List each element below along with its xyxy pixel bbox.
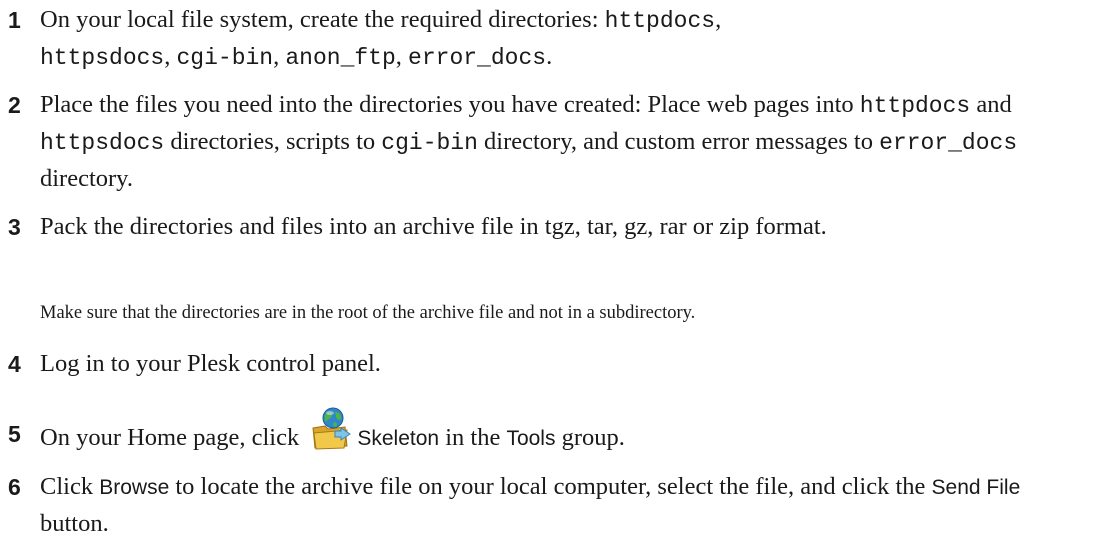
- code-error-docs: error_docs: [408, 45, 547, 71]
- text: ,: [715, 6, 722, 33]
- send-file-label: Send File: [931, 476, 1021, 499]
- step-number: 6: [8, 474, 21, 500]
- step-text: Place the files you need into the direct…: [40, 87, 1090, 197]
- text: ,: [273, 43, 286, 70]
- step-text: Pack the directories and files into an a…: [40, 213, 827, 240]
- step-text: On your Home page, click Skeleton in the…: [40, 407, 1090, 457]
- code-error-docs: error_docs: [879, 130, 1018, 156]
- code-anon-ftp: anon_ftp: [285, 45, 396, 71]
- code-httpdocs: httpdocs: [604, 8, 716, 34]
- skeleton-icon: [311, 407, 352, 454]
- document: 1 On your local file system, create the …: [0, 0, 1096, 556]
- text: directory, and custom error messages to: [477, 128, 880, 155]
- text: in the: [439, 424, 507, 451]
- text: directories, scripts to: [164, 128, 382, 155]
- step-text: On your local file system, create the re…: [40, 2, 1090, 76]
- text: button.: [40, 510, 109, 537]
- code-httpsdocs: httpsdocs: [40, 130, 165, 156]
- skeleton-label: Skeleton: [357, 427, 440, 450]
- text: directory.: [40, 165, 133, 192]
- step-text: Log in to your Plesk control panel.: [40, 350, 381, 377]
- text: On your local file system, create the re…: [40, 6, 605, 33]
- text: On your Home page, click: [40, 424, 306, 451]
- text: and: [970, 91, 1012, 118]
- code-httpsdocs: httpsdocs: [40, 45, 165, 71]
- text: to locate the archive file on your local…: [169, 473, 932, 500]
- step-number: 4: [8, 351, 21, 377]
- text: Place the files you need into the direct…: [40, 91, 860, 118]
- code-cgi-bin: cgi-bin: [176, 45, 274, 71]
- text: ,: [395, 43, 409, 70]
- code-cgi-bin: cgi-bin: [381, 130, 478, 156]
- step-text: Click Browse to locate the archive file …: [40, 469, 1090, 542]
- browse-label: Browse: [99, 476, 170, 499]
- text: ,: [164, 43, 177, 70]
- step-number: 1: [8, 7, 21, 33]
- step-number: 2: [8, 92, 21, 118]
- text: .: [546, 43, 553, 70]
- step-note: Make sure that the directories are in th…: [40, 303, 696, 323]
- step-number: 5: [8, 421, 21, 447]
- text: group.: [555, 424, 625, 451]
- tools-label: Tools: [506, 427, 556, 450]
- step-number: 3: [8, 214, 21, 240]
- text: Click: [40, 473, 100, 500]
- code-httpdocs: httpdocs: [859, 93, 971, 119]
